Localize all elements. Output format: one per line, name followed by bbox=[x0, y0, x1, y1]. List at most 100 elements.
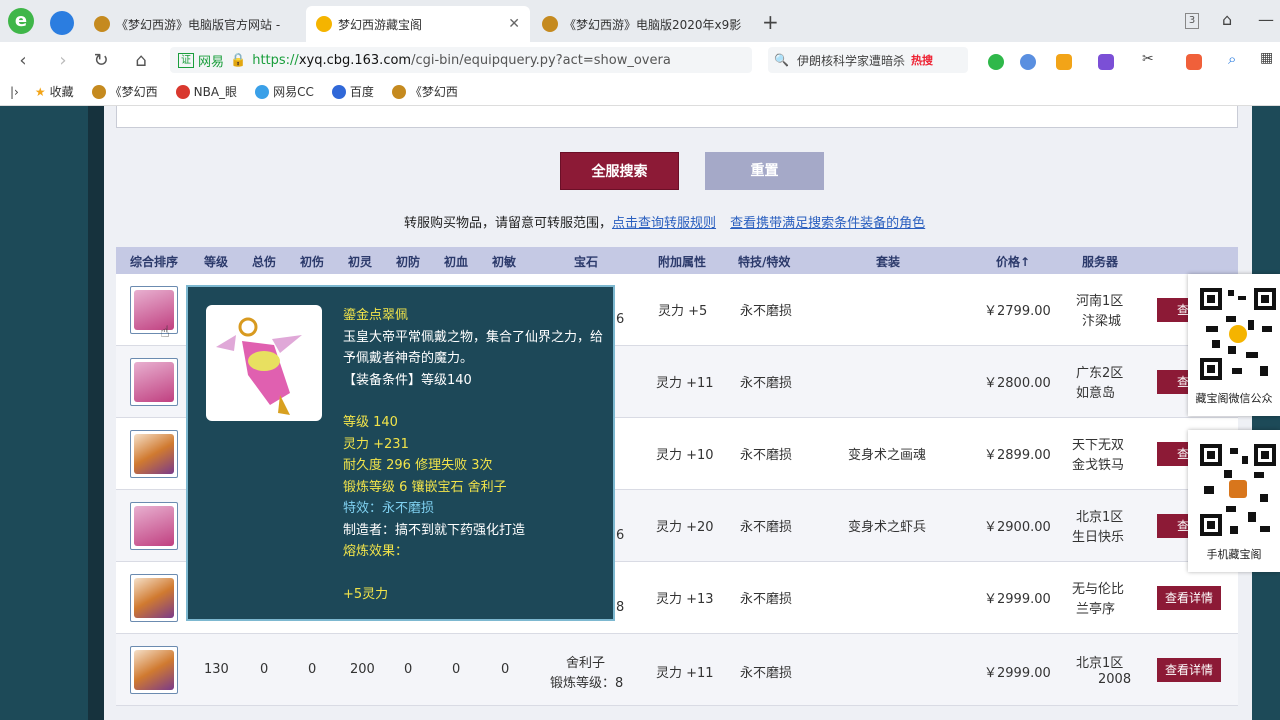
game-favicon-icon bbox=[94, 16, 110, 32]
bookmark-item[interactable]: 网易CC bbox=[255, 83, 314, 100]
game-extension-icon[interactable] bbox=[1186, 54, 1202, 70]
col-price[interactable]: 价格↑ bbox=[996, 253, 1030, 270]
shield-extension-icon[interactable] bbox=[1056, 54, 1072, 70]
page-body: 全服搜索 重置 转服购买物品，请留意可转服范围，点击查询转服规则 查看携带满足搜… bbox=[0, 106, 1280, 720]
cc-favicon-icon bbox=[255, 84, 270, 99]
game-favicon-icon bbox=[542, 16, 558, 32]
item-icon[interactable] bbox=[130, 646, 178, 694]
col-total-damage[interactable]: 总伤 bbox=[252, 253, 276, 270]
item-maker: 制造者：搞不到就下药强化打造 bbox=[343, 522, 526, 538]
server-search-button[interactable]: 全服搜索 bbox=[560, 152, 679, 190]
bookmark-label: 百度 bbox=[349, 85, 374, 99]
base-spirit-cell: 200 bbox=[350, 662, 375, 677]
bookmark-item[interactable]: 《梦幻西 bbox=[391, 83, 458, 100]
refresh-icon[interactable]: ↻ bbox=[90, 50, 112, 72]
address-bar-row: ‹ › ↻ ⌂ 证 网易 🔒 https:// xyq.cbg.163.com … bbox=[0, 42, 1280, 78]
matching-role-link[interactable]: 查看携带满足搜索条件装备的角色 bbox=[730, 216, 925, 231]
item-icon[interactable] bbox=[130, 574, 178, 622]
scissors-icon[interactable]: ✂ bbox=[1142, 51, 1158, 67]
shirt-icon[interactable]: ⌂ bbox=[1222, 10, 1232, 29]
forward-icon[interactable]: › bbox=[52, 50, 74, 72]
attr-cell: 灵力 +20 bbox=[656, 520, 714, 535]
game-favicon-icon bbox=[391, 84, 406, 99]
url-scheme: https:// bbox=[252, 52, 299, 68]
bookmark-label: NBA_眼 bbox=[193, 85, 238, 99]
tab-count-badge[interactable]: 3 bbox=[1185, 13, 1199, 29]
col-base-defense[interactable]: 初防 bbox=[396, 253, 420, 270]
item-icon[interactable] bbox=[130, 286, 178, 334]
apps-grid-icon[interactable]: ▦ bbox=[1260, 50, 1276, 66]
sidebar-toggle-icon[interactable]: |› bbox=[10, 85, 19, 99]
view-detail-button[interactable]: 查看详情 bbox=[1157, 586, 1221, 610]
suit-cell: 变身术之画魂 bbox=[848, 448, 927, 463]
home-icon[interactable]: ⌂ bbox=[130, 50, 152, 72]
view-detail-button[interactable]: 查看详情 bbox=[1157, 658, 1221, 682]
bookmark-item[interactable]: NBA_眼 bbox=[175, 83, 238, 100]
game-favicon-icon bbox=[91, 84, 106, 99]
url-input[interactable]: 证 网易 🔒 https:// xyq.cbg.163.com /cgi-bin… bbox=[170, 47, 752, 73]
col-sort[interactable]: 综合排序 bbox=[130, 253, 178, 270]
reset-button[interactable]: 重置 bbox=[705, 152, 824, 190]
col-effect: 特技/特效 bbox=[738, 255, 791, 269]
col-suit: 套装 bbox=[876, 255, 901, 269]
tab-title: 《梦幻西游》电脑版官方网站 - bbox=[116, 17, 281, 32]
suit-cell: 变身术之虾兵 bbox=[848, 520, 927, 535]
effect-cell: 永不磨损 bbox=[740, 448, 793, 463]
bookmark-favorites[interactable]: ★ 收藏 bbox=[35, 83, 74, 100]
total-damage-cell: 0 bbox=[260, 662, 269, 677]
col-base-damage[interactable]: 初伤 bbox=[300, 253, 324, 270]
minimize-icon[interactable]: — bbox=[1258, 10, 1274, 29]
effect-cell: 永不磨损 bbox=[740, 592, 793, 607]
item-effect: 特效：永不磨损 bbox=[343, 501, 435, 516]
search-extension-icon[interactable]: ⌕ bbox=[1228, 50, 1244, 68]
close-icon[interactable]: ✕ bbox=[508, 16, 520, 32]
mouse-cursor-icon: ☝ bbox=[160, 322, 170, 341]
tab-3[interactable]: 《梦幻西游》电脑版2020年x9影 bbox=[532, 6, 754, 42]
item-durability: 耐久度 296 修理失败 3次 bbox=[343, 458, 493, 473]
item-forge: 锻炼等级 6 镶嵌宝石 舍利子 bbox=[343, 479, 507, 495]
base-hp-cell: 0 bbox=[452, 662, 461, 677]
bookmark-item[interactable]: 百度 bbox=[331, 83, 374, 100]
gem-cell: 6 bbox=[616, 312, 625, 327]
new-tab-button[interactable]: + bbox=[762, 10, 779, 34]
col-base-spirit[interactable]: 初灵 bbox=[348, 253, 372, 270]
navigation-icon[interactable] bbox=[50, 11, 74, 35]
item-desc: 玉皇大帝平常佩戴之物，集合了仙界之力，给予佩戴者神奇的魔力。 bbox=[343, 329, 604, 367]
base-damage-cell: 0 bbox=[308, 662, 317, 677]
item-tooltip: 鎏金点翠佩 玉皇大帝平常佩戴之物，集合了仙界之力，给予佩戴者神奇的魔力。 【装备… bbox=[186, 285, 615, 621]
wechat-extension-icon[interactable] bbox=[988, 54, 1004, 70]
bookmark-item[interactable]: 《梦幻西 bbox=[91, 83, 158, 100]
table-row: 130 0 0 200 0 0 0 舍利子 锻炼等级：8 灵力 +11 永不磨损… bbox=[116, 634, 1238, 706]
tab-1[interactable]: 《梦幻西游》电脑版官方网站 - bbox=[84, 6, 300, 42]
col-level[interactable]: 等级 bbox=[204, 253, 228, 270]
bookmark-label: 《梦幻西 bbox=[109, 85, 158, 99]
tab-2[interactable]: 梦幻西游藏宝阁 ✕ bbox=[306, 6, 530, 42]
gem-cell: 舍利子 bbox=[566, 656, 606, 671]
server-cell: 汴梁城 bbox=[1082, 314, 1122, 329]
col-base-hp[interactable]: 初血 bbox=[444, 253, 468, 270]
back-icon[interactable]: ‹ bbox=[12, 50, 34, 72]
item-icon[interactable] bbox=[130, 502, 178, 550]
browser-logo-icon[interactable]: e bbox=[8, 8, 34, 34]
transfer-rule-link[interactable]: 点击查询转服规则 bbox=[612, 216, 716, 231]
wechat-qr-panel[interactable]: 藏宝阁微信公众 bbox=[1188, 274, 1280, 416]
item-icon[interactable] bbox=[130, 358, 178, 406]
mobile-qr-panel[interactable]: 手机藏宝阁 bbox=[1188, 430, 1280, 572]
search-icon: 🔍 bbox=[774, 53, 789, 67]
effect-cell: 永不磨损 bbox=[740, 666, 793, 681]
item-melt: 熔炼效果： bbox=[343, 544, 409, 559]
search-input[interactable]: 🔍 伊朗核科学家遭暗杀 热搜 bbox=[768, 47, 968, 73]
item-melt-value: +5灵力 bbox=[343, 586, 389, 602]
table-header: 综合排序 等级 总伤 初伤 初灵 初防 初血 初敏 宝石 附加属性 特技/特效 … bbox=[116, 247, 1238, 274]
effect-cell: 永不磨损 bbox=[740, 376, 793, 391]
minus-extension-icon[interactable] bbox=[1020, 54, 1036, 70]
item-icon[interactable] bbox=[130, 430, 178, 478]
gem-cell: 6 bbox=[616, 528, 625, 543]
server-cell: 河南1区 bbox=[1076, 294, 1124, 309]
translate-extension-icon[interactable] bbox=[1098, 54, 1114, 70]
pendant-icon bbox=[216, 317, 302, 415]
col-base-speed[interactable]: 初敏 bbox=[492, 253, 516, 270]
browser-chrome: e 《梦幻西游》电脑版官方网站 - 梦幻西游藏宝阁 ✕ 《梦幻西游》电脑版202… bbox=[0, 0, 1280, 106]
attr-cell: 灵力 +13 bbox=[656, 592, 714, 607]
site-name: 网易 bbox=[198, 54, 225, 70]
